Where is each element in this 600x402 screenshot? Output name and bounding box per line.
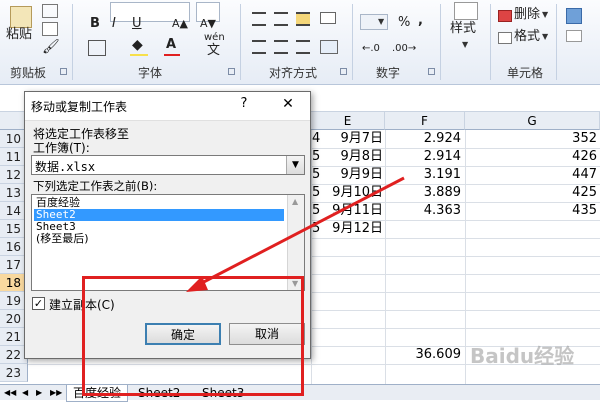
watermark-logo: Baidu经验 — [470, 344, 575, 368]
